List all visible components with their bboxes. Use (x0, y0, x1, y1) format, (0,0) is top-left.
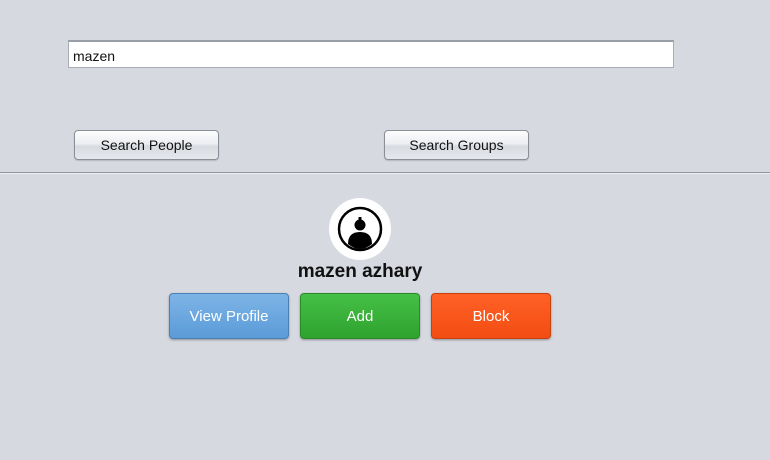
block-button[interactable]: Block (431, 293, 551, 339)
add-button[interactable]: Add (300, 293, 420, 339)
search-input[interactable] (68, 40, 674, 68)
view-profile-button[interactable]: View Profile (169, 293, 289, 339)
search-people-button[interactable]: Search People (74, 130, 219, 160)
user-avatar-icon (329, 198, 391, 260)
search-groups-button[interactable]: Search Groups (384, 130, 529, 160)
result-user-name: mazen azhary (297, 261, 423, 282)
divider (0, 172, 770, 174)
